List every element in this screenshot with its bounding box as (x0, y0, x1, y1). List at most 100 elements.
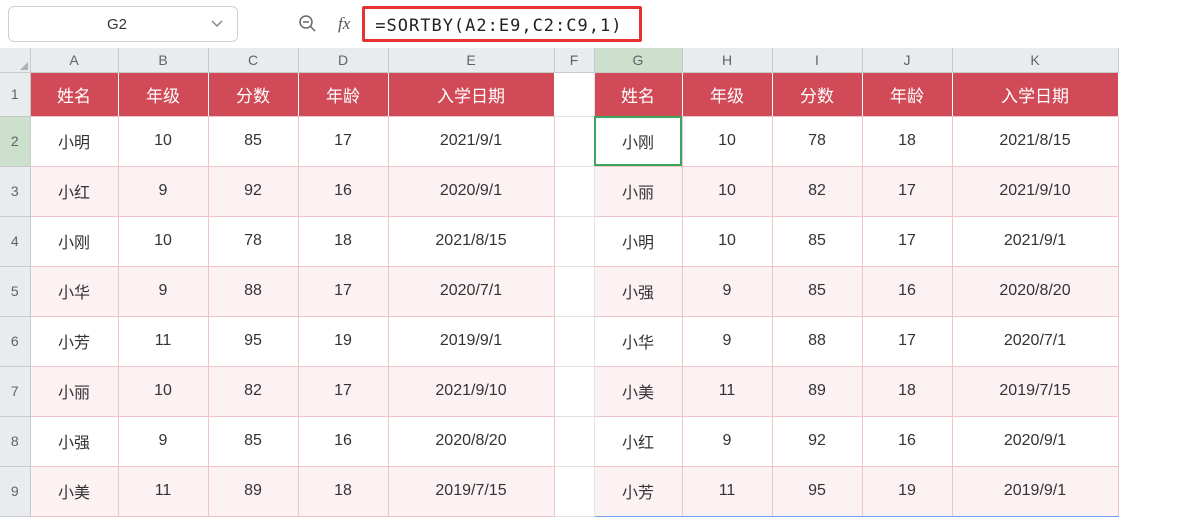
zoom-out-icon[interactable] (294, 10, 322, 38)
spacer-cell[interactable] (554, 116, 594, 166)
cell[interactable]: 78 (772, 116, 862, 166)
cell[interactable]: 2021/9/10 (952, 166, 1118, 216)
cell[interactable]: 88 (772, 316, 862, 366)
spacer-cell[interactable] (554, 216, 594, 266)
cell[interactable]: 小明 (30, 116, 118, 166)
cell[interactable]: 9 (118, 266, 208, 316)
cell[interactable]: 小美 (30, 466, 118, 516)
cell[interactable]: 9 (682, 266, 772, 316)
cell[interactable]: 82 (772, 166, 862, 216)
col-head-A[interactable]: A (30, 48, 118, 72)
cell[interactable]: 18 (298, 466, 388, 516)
col-head-G[interactable]: G (594, 48, 682, 72)
cell[interactable]: 16 (862, 266, 952, 316)
left-col-score[interactable]: 分数 (208, 72, 298, 116)
cell[interactable]: 11 (118, 316, 208, 366)
col-head-C[interactable]: C (208, 48, 298, 72)
right-col-age[interactable]: 年龄 (862, 72, 952, 116)
col-head-E[interactable]: E (388, 48, 554, 72)
cell[interactable]: 小明 (594, 216, 682, 266)
row-head-5[interactable]: 5 (0, 266, 30, 316)
cell[interactable]: 小红 (594, 416, 682, 466)
spacer-cell[interactable] (554, 366, 594, 416)
right-col-date[interactable]: 入学日期 (952, 72, 1118, 116)
cell[interactable]: 10 (682, 116, 772, 166)
cell[interactable]: 95 (208, 316, 298, 366)
cell[interactable]: 小美 (594, 366, 682, 416)
row-head-8[interactable]: 8 (0, 416, 30, 466)
cell[interactable]: 2019/7/15 (952, 366, 1118, 416)
spacer-cell[interactable] (554, 72, 594, 116)
spacer-cell[interactable] (554, 316, 594, 366)
cell[interactable]: 小芳 (30, 316, 118, 366)
cell[interactable]: 18 (298, 216, 388, 266)
cell[interactable]: 92 (772, 416, 862, 466)
cell[interactable]: 10 (118, 216, 208, 266)
cell[interactable]: 小强 (30, 416, 118, 466)
left-col-grade[interactable]: 年级 (118, 72, 208, 116)
select-all-corner[interactable] (0, 48, 30, 72)
row-head-3[interactable]: 3 (0, 166, 30, 216)
cell[interactable]: 小丽 (594, 166, 682, 216)
cell[interactable]: 2020/7/1 (388, 266, 554, 316)
row-head-9[interactable]: 9 (0, 466, 30, 516)
spreadsheet-grid[interactable]: A B C D E F G H I J K 1姓名年级分数年龄入学日期姓名年级分… (0, 48, 1119, 517)
cell[interactable]: 2021/9/10 (388, 366, 554, 416)
fx-label[interactable]: fx (338, 14, 350, 34)
spacer-cell[interactable] (554, 166, 594, 216)
cell[interactable]: 2020/8/20 (388, 416, 554, 466)
cell[interactable]: 95 (772, 466, 862, 516)
cell[interactable]: 17 (862, 316, 952, 366)
cell[interactable]: 小华 (594, 316, 682, 366)
name-box[interactable]: G2 (8, 6, 238, 42)
row-head-1[interactable]: 1 (0, 72, 30, 116)
cell[interactable]: 小丽 (30, 366, 118, 416)
cell[interactable]: 9 (682, 316, 772, 366)
spacer-cell[interactable] (554, 266, 594, 316)
cell[interactable]: 2020/7/1 (952, 316, 1118, 366)
cell[interactable]: 9 (118, 416, 208, 466)
right-col-grade[interactable]: 年级 (682, 72, 772, 116)
cell[interactable]: 2020/9/1 (952, 416, 1118, 466)
cell[interactable]: 小芳 (594, 466, 682, 516)
cell[interactable]: 小刚 (594, 116, 682, 166)
row-head-7[interactable]: 7 (0, 366, 30, 416)
cell[interactable]: 11 (682, 466, 772, 516)
cell[interactable]: 17 (298, 366, 388, 416)
col-head-B[interactable]: B (118, 48, 208, 72)
cell[interactable]: 16 (862, 416, 952, 466)
cell[interactable]: 85 (772, 216, 862, 266)
cell[interactable]: 2021/8/15 (952, 116, 1118, 166)
cell[interactable]: 89 (208, 466, 298, 516)
cell[interactable]: 17 (298, 266, 388, 316)
cell[interactable]: 10 (118, 116, 208, 166)
left-col-age[interactable]: 年龄 (298, 72, 388, 116)
left-col-name[interactable]: 姓名 (30, 72, 118, 116)
cell[interactable]: 11 (682, 366, 772, 416)
cell[interactable]: 小强 (594, 266, 682, 316)
cell[interactable]: 2020/8/20 (952, 266, 1118, 316)
row-head-4[interactable]: 4 (0, 216, 30, 266)
row-head-2[interactable]: 2 (0, 116, 30, 166)
col-head-H[interactable]: H (682, 48, 772, 72)
cell[interactable]: 89 (772, 366, 862, 416)
cell[interactable]: 82 (208, 366, 298, 416)
row-head-6[interactable]: 6 (0, 316, 30, 366)
cell[interactable]: 2021/9/1 (952, 216, 1118, 266)
left-col-date[interactable]: 入学日期 (388, 72, 554, 116)
cell[interactable]: 17 (862, 166, 952, 216)
cell[interactable]: 10 (682, 216, 772, 266)
cell[interactable]: 85 (208, 416, 298, 466)
cell[interactable]: 19 (862, 466, 952, 516)
cell[interactable]: 17 (862, 216, 952, 266)
cell[interactable]: 9 (682, 416, 772, 466)
cell[interactable]: 85 (208, 116, 298, 166)
col-head-J[interactable]: J (862, 48, 952, 72)
cell[interactable]: 18 (862, 366, 952, 416)
cell[interactable]: 17 (298, 116, 388, 166)
cell[interactable]: 16 (298, 166, 388, 216)
cell[interactable]: 88 (208, 266, 298, 316)
cell[interactable]: 85 (772, 266, 862, 316)
cell[interactable]: 78 (208, 216, 298, 266)
col-head-K[interactable]: K (952, 48, 1118, 72)
